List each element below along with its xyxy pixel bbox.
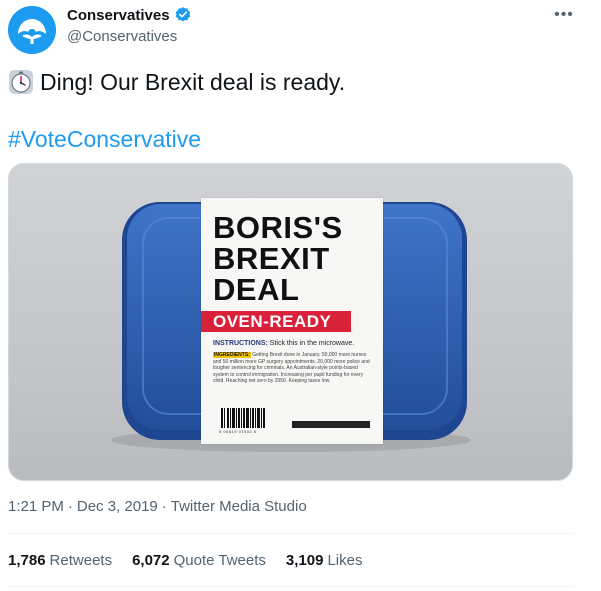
timestamp-separator: · [67,498,73,515]
display-name[interactable]: Conservatives [67,7,170,24]
conservative-tree-logo-icon [8,6,56,54]
timestamp-source[interactable]: Twitter Media Studio [171,498,307,515]
hashtag-link[interactable]: #VoteConservative [8,125,201,153]
likes-stat[interactable]: 3,109 Likes [286,552,363,569]
product-title-line1: BORIS'S [213,210,343,245]
product-title-line2: BREXIT [213,241,330,276]
barcode-number: 5 00819 07002 6 [219,429,257,434]
oven-ready-banner: OVEN-READY [201,311,351,332]
retweets-count: 1,786 [8,552,46,569]
account-handle[interactable]: @Conservatives [67,28,177,45]
timer-clock-icon [9,70,33,94]
retweets-label: Retweets [49,552,113,569]
instructions-label: INSTRUCTIONS: [213,340,268,347]
fineprint-strip [292,421,370,428]
timestamp-time[interactable]: 1:21 PM [8,498,64,515]
tweet-media-image[interactable]: BORIS'S BREXIT DEAL OVEN-READY INSTRUCTI… [8,163,573,481]
quote-tweets-stat[interactable]: 6,072 Quote Tweets [132,552,266,569]
tweet-timestamp: 1:21 PM · Dec 3, 2019 · Twitter Media St… [8,498,307,515]
avatar[interactable] [8,6,56,54]
likes-label: Likes [327,552,363,569]
instructions: INSTRUCTIONS: Stick this in the microwav… [213,340,373,347]
ingredients: INGREDIENTS: Getting Brexit done in Janu… [213,352,373,385]
product-sleeve: BORIS'S BREXIT DEAL OVEN-READY INSTRUCTI… [201,198,383,444]
quote-tweets-label: Quote Tweets [173,552,266,569]
timestamp-separator: · [161,498,167,515]
product-title-line3: DEAL [213,272,300,307]
engagement-stats: 1,786 Retweets 6,072 Quote Tweets 3,109 Lik… [8,552,362,569]
verified-badge-icon [175,7,190,22]
timestamp-date[interactable]: Dec 3, 2019 [77,498,158,515]
divider [8,533,573,534]
barcode-icon [221,408,265,428]
ingredients-label: INGREDIENTS: [213,352,251,358]
instructions-text: Stick this in the microwave. [269,340,355,347]
retweets-stat[interactable]: 1,786 Retweets [8,552,112,569]
divider [8,586,573,587]
tweet-text: Ding! Our Brexit deal is ready. [8,68,345,96]
quote-tweets-count: 6,072 [132,552,170,569]
product-title: BORIS'S BREXIT DEAL [213,212,373,305]
tweet-body: Ding! Our Brexit deal is ready. [40,69,346,95]
more-options-icon[interactable]: ••• [551,4,577,26]
tweet: Conservatives @Conservatives ••• Ding! O… [0,0,601,591]
account-name-row[interactable]: Conservatives [67,6,192,24]
likes-count: 3,109 [285,552,324,569]
